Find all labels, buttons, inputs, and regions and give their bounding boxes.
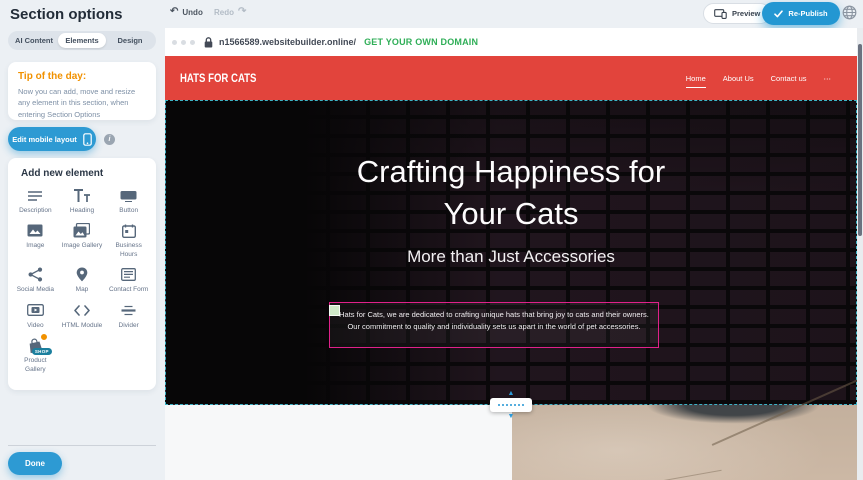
element-map[interactable]: Map: [59, 266, 106, 294]
business-hours-icon: [122, 222, 136, 239]
element-product-gallery[interactable]: SHOP Product Gallery: [12, 337, 59, 374]
window-dot: [190, 40, 195, 45]
element-video[interactable]: Video: [12, 302, 59, 330]
element-description[interactable]: Description: [12, 187, 59, 215]
element-grid: Description Heading Bu: [12, 187, 152, 374]
next-section-image: [512, 405, 863, 480]
redo-button[interactable]: Redo ↷: [214, 7, 246, 17]
site-header: HATS FOR CATS Home About Us Contact us ⋯: [165, 56, 863, 100]
info-icon[interactable]: i: [104, 134, 115, 145]
browser-chrome-bar: n1566589.websitebuilder.online/ GET YOUR…: [165, 28, 863, 56]
hero-heading[interactable]: Crafting Happiness for Your Cats: [324, 151, 699, 235]
element-contact-form[interactable]: Contact Form: [105, 266, 152, 294]
notification-badge: [40, 333, 48, 341]
floor-crack-line: [662, 470, 721, 480]
element-business-hours[interactable]: Business Hours: [105, 222, 152, 259]
contact-form-icon: [121, 266, 136, 283]
undo-icon: ↶: [170, 7, 178, 17]
check-icon: [774, 10, 783, 18]
button-icon: [120, 187, 137, 204]
section-resize-handle[interactable]: ▲ ▼: [490, 398, 532, 412]
section-options-panel: AI Content Elements Design Tip of the da…: [0, 28, 165, 480]
language-globe-button[interactable]: [842, 5, 857, 20]
description-icon: [27, 187, 43, 204]
element-divider[interactable]: Divider: [105, 302, 152, 330]
page-title: Section options: [10, 6, 123, 23]
arrow-up-icon: ▲: [508, 390, 515, 397]
mobile-phone-icon: [83, 133, 92, 146]
tip-title: Tip of the day:: [18, 71, 146, 82]
window-dot: [172, 40, 177, 45]
devices-icon: [714, 9, 727, 19]
tip-body: Now you can add, move and resize any ele…: [18, 86, 146, 120]
element-image-gallery[interactable]: Image Gallery: [59, 222, 106, 259]
undo-button[interactable]: ↶ Undo: [170, 7, 203, 17]
window-dot: [181, 40, 186, 45]
site-nav: Home About Us Contact us ⋯: [686, 56, 831, 100]
element-heading[interactable]: Heading: [59, 187, 106, 215]
selection-corner-handle[interactable]: [329, 305, 340, 316]
site-logo[interactable]: HATS FOR CATS: [180, 71, 256, 85]
top-toolbar: Section options ↶ Undo Redo ↷ Preview Re…: [0, 0, 863, 28]
hero-body-textbox-selected[interactable]: Hats for Cats, we are dedicated to craft…: [329, 302, 659, 348]
tip-of-the-day-card: Tip of the day: Now you can add, move an…: [8, 62, 156, 120]
nav-home[interactable]: Home: [686, 74, 706, 88]
shop-badge: SHOP: [32, 348, 52, 355]
hero-section[interactable]: Crafting Happiness for Your Cats More th…: [165, 100, 857, 405]
divider-icon: [121, 302, 136, 319]
map-pin-icon: [76, 266, 88, 283]
image-gallery-icon: [73, 222, 90, 239]
tab-elements[interactable]: Elements: [58, 33, 106, 48]
element-button[interactable]: Button: [105, 187, 152, 215]
video-icon: [27, 302, 44, 319]
nav-contact-us[interactable]: Contact us: [771, 74, 807, 83]
globe-icon: [842, 5, 857, 20]
nav-about-us[interactable]: About Us: [723, 74, 754, 83]
republish-button[interactable]: Re-Publish: [762, 2, 840, 25]
heading-icon: [73, 187, 91, 204]
element-image[interactable]: Image: [12, 222, 59, 259]
arrow-down-icon: ▼: [508, 413, 515, 420]
social-media-icon: [28, 266, 43, 283]
add-element-card: Add new element Description Heading: [8, 158, 156, 390]
preview-scrollbar[interactable]: [857, 28, 863, 480]
edit-mobile-layout-button[interactable]: Edit mobile layout: [8, 127, 96, 151]
html-code-icon: [74, 302, 90, 319]
panel-tabs: AI Content Elements Design: [8, 31, 156, 50]
nav-more-icon[interactable]: ⋯: [824, 74, 832, 83]
product-gallery-icon: SHOP: [28, 337, 43, 354]
done-button[interactable]: Done: [8, 452, 62, 475]
tab-design[interactable]: Design: [106, 33, 154, 48]
element-html-module[interactable]: HTML Module: [59, 302, 106, 330]
sidebar-divider: [8, 445, 156, 446]
image-icon: [27, 222, 43, 239]
site-preview-area: n1566589.websitebuilder.online/ GET YOUR…: [165, 28, 863, 480]
element-social-media[interactable]: Social Media: [12, 266, 59, 294]
drag-grip: [498, 404, 524, 406]
get-domain-link[interactable]: GET YOUR OWN DOMAIN: [364, 37, 478, 47]
tab-ai-content[interactable]: AI Content: [10, 33, 58, 48]
lock-icon: [204, 37, 213, 48]
add-element-title: Add new element: [21, 168, 152, 179]
hero-subheading[interactable]: More than Just Accessories: [311, 247, 711, 267]
site-url: n1566589.websitebuilder.online/: [219, 37, 356, 47]
scrollbar-thumb[interactable]: [858, 44, 862, 236]
redo-icon: ↷: [238, 7, 246, 17]
